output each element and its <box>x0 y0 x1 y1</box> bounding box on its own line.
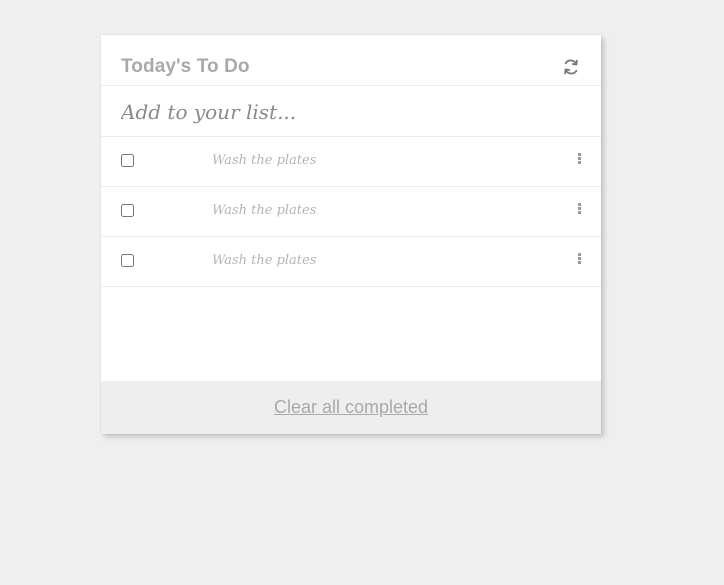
more-vertical-icon[interactable] <box>575 153 583 169</box>
page-title: Today's To Do <box>121 56 250 77</box>
item-text: Wash the plates <box>212 153 317 168</box>
list-item: Wash the plates <box>101 237 601 287</box>
more-vertical-icon[interactable] <box>575 253 583 269</box>
refresh-icon[interactable] <box>561 57 581 77</box>
item-checkbox[interactable] <box>121 154 134 167</box>
item-checkbox[interactable] <box>121 204 134 217</box>
todo-list: Wash the plates Wash the plates Wash the… <box>101 137 601 287</box>
clear-completed-link[interactable]: Clear all completed <box>101 397 601 418</box>
card-footer: Clear all completed <box>101 381 601 434</box>
add-item-input[interactable] <box>119 95 583 129</box>
list-item: Wash the plates <box>101 137 601 187</box>
item-text: Wash the plates <box>212 253 317 268</box>
more-vertical-icon[interactable] <box>575 203 583 219</box>
todo-card: Today's To Do Wash the plates Wash the p… <box>101 35 601 434</box>
item-checkbox[interactable] <box>121 254 134 267</box>
add-item-row <box>101 86 601 137</box>
list-item: Wash the plates <box>101 187 601 237</box>
card-header: Today's To Do <box>101 35 601 86</box>
item-text: Wash the plates <box>212 203 317 218</box>
